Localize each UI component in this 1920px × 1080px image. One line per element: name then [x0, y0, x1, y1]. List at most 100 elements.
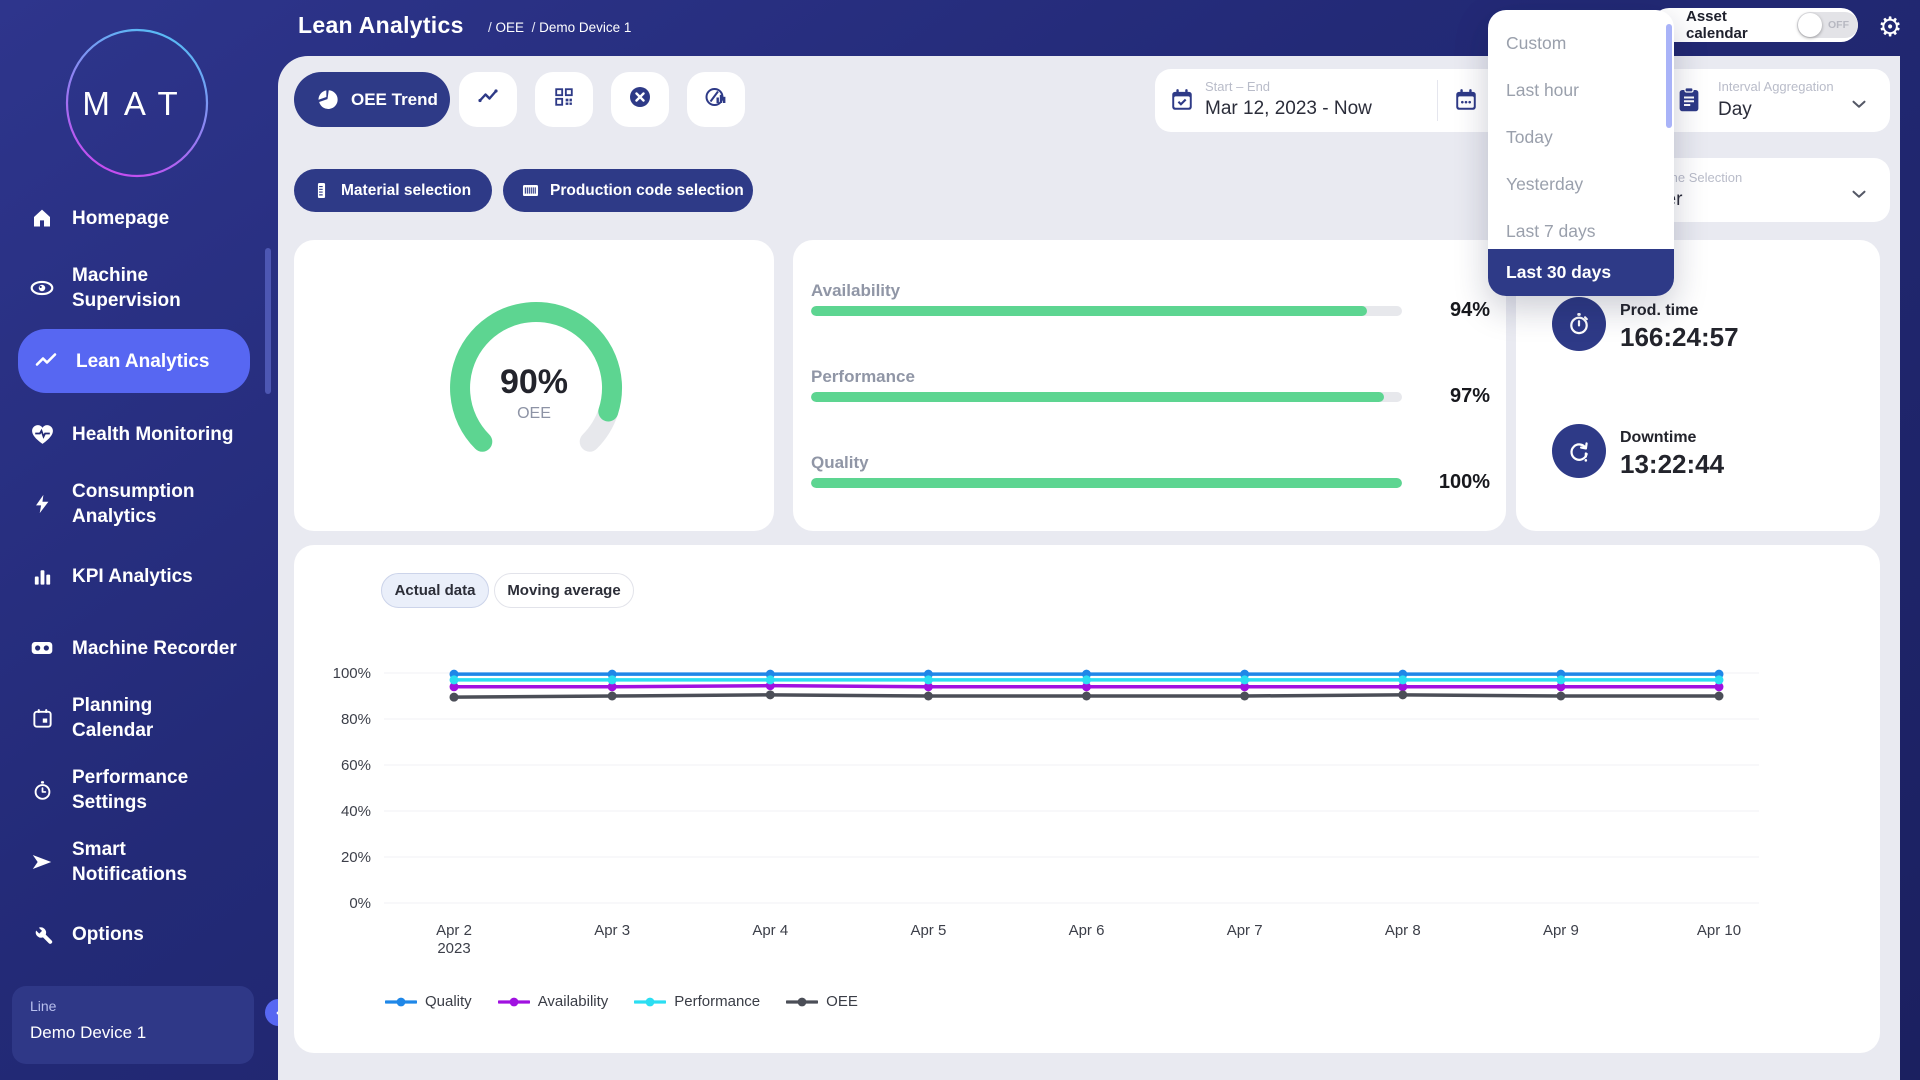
- breadcrumb-device[interactable]: Demo Device 1: [539, 20, 631, 35]
- clipboard-icon: [1674, 85, 1704, 120]
- oee-gauge-value: 90%: [294, 363, 774, 402]
- qr-code-icon: [553, 86, 575, 113]
- svg-text:Apr 22023: Apr 22023: [436, 922, 472, 957]
- trend-line-icon: [32, 347, 60, 375]
- breadcrumb-separator: /: [488, 20, 492, 35]
- sidebar-item-kpi-analytics[interactable]: KPI Analytics: [0, 541, 278, 611]
- svg-text:100%: 100%: [333, 665, 371, 682]
- svg-text:60%: 60%: [341, 757, 371, 774]
- legend-label: Quality: [425, 993, 472, 1010]
- legend-label: Availability: [538, 993, 609, 1010]
- availability-bar: [811, 306, 1402, 316]
- asset-calendar-toggle[interactable]: OFF: [1797, 12, 1858, 38]
- tab-moving-average[interactable]: Moving average: [494, 573, 634, 608]
- menu-item-custom[interactable]: Custom: [1488, 20, 1674, 67]
- asset-calendar-label: Asset calendar: [1686, 8, 1787, 42]
- asset-calendar-pill: Asset calendar OFF: [1652, 8, 1858, 42]
- prod-time-value: 166:24:57: [1620, 322, 1739, 353]
- menu-item-last-hour[interactable]: Last hour: [1488, 67, 1674, 114]
- menu-scrollbar[interactable]: [1666, 24, 1672, 128]
- menu-item-yesterday[interactable]: Yesterday: [1488, 161, 1674, 208]
- app-window: MAT Homepage MachineSupervision Lean Ana…: [0, 0, 1920, 1080]
- oee-gauge-card: 90% OEE: [294, 240, 774, 531]
- svg-text:Apr 7: Apr 7: [1227, 922, 1263, 939]
- device-panel-label: Line: [30, 998, 236, 1014]
- prod-time-label: Prod. time: [1620, 302, 1698, 320]
- legend-item-quality[interactable]: Quality: [385, 993, 472, 1010]
- gauge-chart-icon: [704, 85, 728, 114]
- device-panel[interactable]: Line Demo Device 1: [12, 986, 254, 1064]
- menu-item-today[interactable]: Today: [1488, 114, 1674, 161]
- settings-gear-icon[interactable]: ⚙: [1878, 11, 1902, 43]
- pie-chart-icon: [316, 88, 339, 111]
- sidebar-item-machine-recorder[interactable]: Machine Recorder: [0, 613, 278, 683]
- production-code-selection-label: Production code selection: [550, 182, 744, 200]
- legend-item-availability[interactable]: Availability: [498, 993, 609, 1010]
- svg-text:Apr 5: Apr 5: [910, 922, 946, 939]
- sidebar-item-machine-supervision[interactable]: MachineSupervision: [0, 253, 278, 323]
- chevron-down-icon: [1848, 93, 1870, 120]
- send-icon: [28, 848, 56, 876]
- legend-label: OEE: [826, 993, 858, 1010]
- sidebar-item-planning-calendar[interactable]: PlanningCalendar: [0, 683, 278, 753]
- quality-bar: [811, 478, 1402, 488]
- wrench-icon: [28, 920, 56, 948]
- sidebar-item-options[interactable]: Options: [0, 899, 278, 969]
- clear-view-button[interactable]: [611, 72, 669, 127]
- legend-item-oee[interactable]: OEE: [786, 993, 858, 1010]
- heart-pulse-icon: [28, 420, 56, 448]
- sidebar-item-health-monitoring[interactable]: Health Monitoring: [0, 399, 278, 469]
- breadcrumb-separator: /: [532, 20, 536, 35]
- calendar-check-icon: [1169, 87, 1195, 118]
- legend-marker-icon: [786, 996, 818, 1008]
- svg-text:Apr 6: Apr 6: [1069, 922, 1105, 939]
- breadcrumb-oee[interactable]: OEE: [496, 20, 525, 35]
- quality-label: Quality: [811, 453, 869, 473]
- production-code-selection-button[interactable]: Production code selection: [503, 169, 753, 212]
- line-chart-icon: [476, 85, 500, 114]
- device-panel-value: Demo Device 1: [30, 1023, 236, 1043]
- menu-item-last-7-days[interactable]: Last 7 days: [1488, 208, 1674, 255]
- gauge-chart-view-button[interactable]: [687, 72, 745, 127]
- calendar-dots-icon[interactable]: [1453, 87, 1479, 118]
- x-circle-icon: [628, 85, 652, 114]
- interval-aggregation-select[interactable]: Interval Aggregation Day: [1658, 69, 1890, 132]
- downtime-icon: [1552, 424, 1606, 478]
- date-range-menu: Custom Last hour Today Yesterday Last 7 …: [1488, 10, 1674, 296]
- interval-aggregation-value: Day: [1718, 99, 1752, 121]
- home-icon: [28, 204, 56, 232]
- menu-item-last-30-days[interactable]: Last 30 days: [1488, 249, 1674, 296]
- qr-code-view-button[interactable]: [535, 72, 593, 127]
- performance-bar: [811, 392, 1402, 402]
- oee-trend-chart[interactable]: 100%80%60%40%20%0%Apr 22023Apr 3Apr 4Apr…: [324, 640, 1804, 980]
- divider: [1437, 80, 1438, 121]
- availability-bar-fill: [811, 306, 1367, 316]
- downtime-value: 13:22:44: [1620, 449, 1724, 480]
- oee-gauge-label: OEE: [294, 405, 774, 423]
- svg-text:20%: 20%: [341, 849, 371, 866]
- sidebar-item-performance-settings[interactable]: PerformanceSettings: [0, 755, 278, 825]
- chart-legend: Quality Availability Performance OEE: [385, 993, 858, 1010]
- toggle-state: OFF: [1828, 19, 1849, 31]
- line-chart-view-button[interactable]: [459, 72, 517, 127]
- material-selection-label: Material selection: [341, 182, 471, 200]
- sidebar: MAT Homepage MachineSupervision Lean Ana…: [0, 0, 278, 1080]
- sidebar-item-consumption-analytics[interactable]: ConsumptionAnalytics: [0, 469, 278, 539]
- sidebar-item-lean-analytics[interactable]: Lean Analytics: [18, 329, 250, 393]
- lightning-icon: [28, 490, 56, 518]
- sidebar-item-homepage[interactable]: Homepage: [0, 183, 278, 253]
- tab-actual-data[interactable]: Actual data: [381, 573, 489, 608]
- sidebar-item-smart-notifications[interactable]: SmartNotifications: [0, 827, 278, 897]
- svg-text:Apr 9: Apr 9: [1543, 922, 1579, 939]
- oee-trend-button[interactable]: OEE Trend: [294, 72, 450, 127]
- interval-aggregation-label: Interval Aggregation: [1718, 79, 1834, 94]
- svg-text:40%: 40%: [341, 803, 371, 820]
- sidebar-scrollbar[interactable]: [265, 248, 271, 394]
- date-range-value: Mar 12, 2023 - Now: [1205, 98, 1372, 120]
- material-selection-button[interactable]: Material selection: [294, 169, 492, 212]
- legend-item-performance[interactable]: Performance: [634, 993, 760, 1010]
- eye-icon: [28, 274, 56, 302]
- toggle-knob: [1798, 13, 1822, 37]
- legend-label: Performance: [674, 993, 760, 1010]
- svg-text:Apr 10: Apr 10: [1697, 922, 1741, 939]
